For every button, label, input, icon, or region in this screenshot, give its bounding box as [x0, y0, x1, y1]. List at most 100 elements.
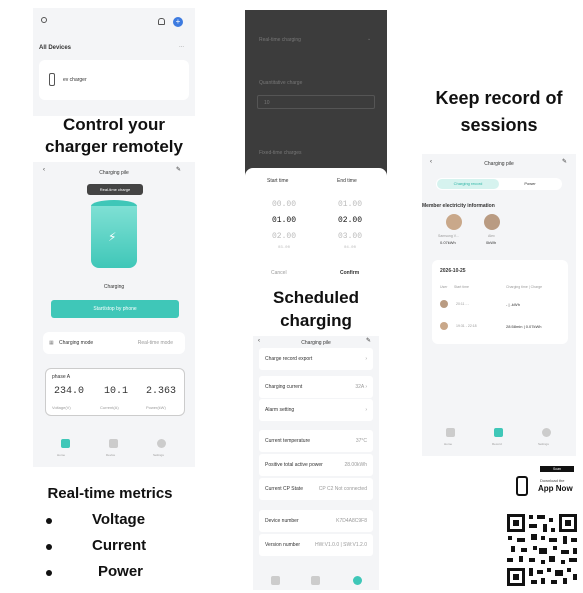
more-icon[interactable]: ...	[179, 43, 184, 49]
member-name: Samsung V...	[438, 234, 459, 238]
headline-control-1: Control your	[63, 115, 165, 134]
bell-icon[interactable]	[158, 18, 165, 25]
bullet-dot	[46, 570, 52, 576]
page-title: All Devices	[39, 45, 72, 51]
nav-device[interactable]: Device	[106, 453, 115, 457]
download-badge[interactable]: Scan Download the App Now	[506, 466, 580, 502]
headline-control-2: charger remotely	[45, 137, 183, 156]
device-icon[interactable]	[311, 576, 320, 585]
settings-row-current[interactable]: Charging current 32A ›	[259, 376, 373, 398]
record-charge: - | -kWh	[506, 302, 520, 307]
tab-charging-record[interactable]: Charging record	[437, 179, 499, 189]
device-card[interactable]: ev charger	[39, 60, 189, 100]
charger-icon	[49, 73, 55, 86]
nav-record[interactable]: Record	[492, 442, 502, 446]
time-option-selected[interactable]: 01.00	[253, 216, 315, 225]
add-device-icon[interactable]: +	[173, 17, 183, 27]
nav-settings[interactable]: Settings	[538, 442, 549, 446]
home-icon[interactable]	[271, 576, 280, 585]
column-user: User	[440, 285, 448, 289]
charging-status: Charging	[103, 284, 125, 290]
screen-title: Charging pile	[99, 170, 129, 176]
screen-title: Charging pile	[301, 340, 331, 346]
headline-scheduled-1: Scheduled	[273, 288, 359, 307]
settings-icon[interactable]	[542, 428, 551, 437]
mode-icon: ▦	[49, 340, 54, 346]
column-charge: Charging time | Charge	[506, 285, 543, 289]
confirm-button[interactable]: Confirm	[340, 270, 359, 276]
headline-scheduled-2: charging	[280, 311, 352, 330]
device-icon[interactable]	[109, 439, 118, 448]
tooltip: Real-time charge	[87, 184, 143, 195]
nav-settings[interactable]: Settings	[153, 453, 164, 457]
record-icon[interactable]	[494, 428, 503, 437]
nav-home[interactable]: Home	[57, 453, 65, 457]
avatar	[446, 214, 462, 230]
bullet-power: Power	[98, 563, 144, 580]
screen-title: Charging pile	[484, 161, 514, 167]
mode-label: Charging mode	[59, 340, 94, 346]
settings-screen: ‹ Charging pile ✎ Charge record export ›…	[253, 336, 379, 590]
end-time-label: End time	[337, 178, 357, 184]
power-value: 2.363	[146, 386, 177, 397]
download-line-2: App Now	[538, 484, 573, 493]
nav-home[interactable]: Home	[444, 442, 452, 446]
edit-icon[interactable]: ✎	[176, 166, 181, 173]
voltage-unit: Voltage(V)	[52, 405, 71, 410]
settings-row-export[interactable]: Charge record export ›	[259, 348, 373, 370]
voltage-value: 234.0	[54, 386, 85, 397]
power-unit: Power(kW)	[146, 405, 166, 410]
charging-pile-screen: ‹ Charging pile ✎ Real-time charge ⚡ Cha…	[33, 162, 195, 467]
bullet-voltage: Voltage	[92, 511, 146, 528]
time-option[interactable]: 04.00	[319, 246, 381, 250]
device-name: ev charger	[63, 77, 87, 83]
home-icon[interactable]	[446, 428, 455, 437]
end-time-wheel[interactable]: 01.00 02.00 03.00 04.00	[319, 194, 381, 254]
qr-code[interactable]	[505, 512, 579, 588]
mode-row-quantitative[interactable]: Quantitative charge	[259, 80, 302, 86]
time-option[interactable]: 00.00	[253, 200, 315, 209]
settings-icon[interactable]	[157, 439, 166, 448]
session-record-screen: ‹ Charging pile ✎ Charging record Power …	[422, 154, 576, 456]
time-option[interactable]: 02.00	[253, 232, 315, 241]
metrics-heading: Real-time metrics	[47, 485, 173, 502]
avatar	[440, 322, 448, 330]
time-option[interactable]: 03.00	[319, 232, 381, 241]
edit-icon[interactable]: ✎	[366, 337, 371, 344]
settings-row-device-number: Device number K7D4A8C9F8	[259, 510, 373, 532]
tab-bar: Charging record Power	[436, 178, 562, 190]
cancel-button[interactable]: Cancel	[271, 270, 287, 276]
record-start: 20:11 - -	[456, 302, 469, 306]
start-time-label: Start time	[267, 178, 289, 184]
start-stop-button[interactable]: Start/stop by phone	[51, 300, 179, 318]
chevron-down-icon: ⌄	[367, 36, 372, 42]
mode-row-fixed-time[interactable]: Fixed-time charges	[259, 150, 302, 156]
user-icon[interactable]	[41, 17, 47, 23]
edit-icon[interactable]: ✎	[562, 158, 567, 165]
charging-mode-row[interactable]: ▦ Charging mode Real-time mode	[43, 332, 185, 354]
section-title: Member electricity information	[422, 203, 495, 209]
tab-power[interactable]: Power	[499, 181, 561, 186]
bullet-dot	[46, 544, 52, 550]
home-icon[interactable]	[61, 439, 70, 448]
time-option[interactable]: 01.00	[319, 200, 381, 209]
time-option[interactable]: 03.00	[253, 246, 315, 250]
mode-row-realtime[interactable]: Real-time charging	[259, 37, 301, 43]
record-date: 2026-10-25	[440, 268, 466, 274]
start-time-wheel[interactable]: 00.00 01.00 02.00 03.00	[253, 194, 315, 254]
headline-record-2: sessions	[460, 115, 538, 135]
headline-record-1: Keep record of	[435, 88, 563, 108]
record-start: 19:31 - 22:18	[456, 324, 477, 328]
settings-row-cp-state: Current CP State CP C2 Not connected	[259, 478, 373, 500]
avatar	[440, 300, 448, 308]
metrics-card: phase A 234.0 Voltage(V) 10.1 Current(A)…	[45, 368, 185, 416]
current-unit: Current(A)	[100, 405, 119, 410]
charger-illustration: ⚡	[91, 200, 137, 272]
time-option-selected[interactable]: 02.00	[319, 216, 381, 225]
settings-icon[interactable]	[353, 576, 362, 585]
settings-row-alarm[interactable]: Alarm setting ›	[259, 399, 373, 421]
quantity-input[interactable]: 10	[257, 95, 375, 109]
settings-row-version: Version number HW:V1.0.0 | SW:V1.2.0	[259, 534, 373, 556]
settings-row-active-power: Positive total active power 28.00kWh	[259, 454, 373, 476]
scan-label: Scan	[540, 466, 574, 472]
